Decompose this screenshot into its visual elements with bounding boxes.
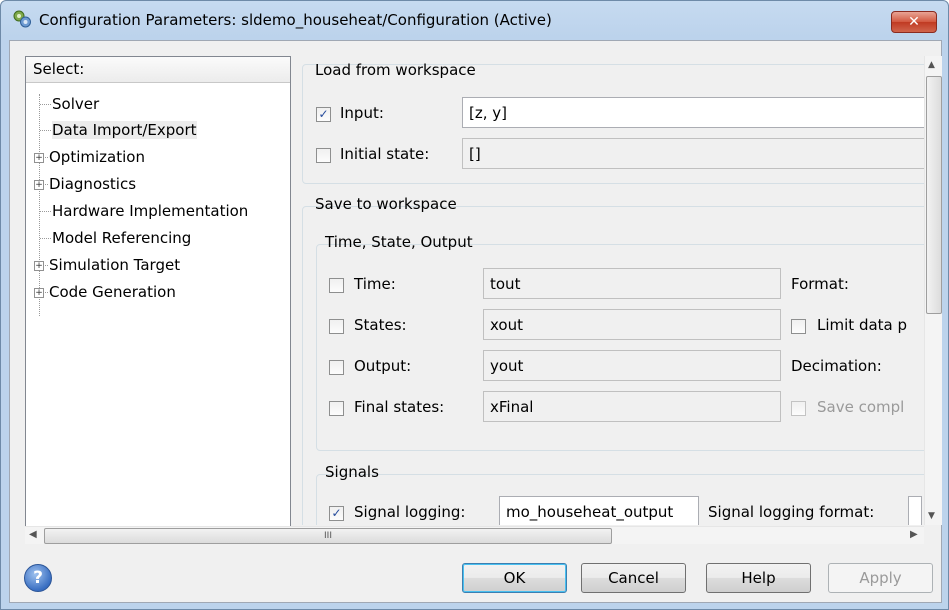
simulink-gears-icon <box>13 10 31 28</box>
output-checkbox[interactable] <box>329 360 344 375</box>
tree-item-label: Model Referencing <box>52 229 192 247</box>
horizontal-scroll-thumb[interactable]: III <box>44 528 612 544</box>
tree-item-label: Data Import/Export <box>52 121 197 139</box>
output-field[interactable]: yout <box>483 350 781 381</box>
settings-pane: Load from workspace ✓ Input: [z, y] Init… <box>302 56 924 525</box>
tree-item-label: Code Generation <box>49 283 176 301</box>
close-button[interactable]: ✕ <box>891 11 937 33</box>
dialog-body: Select: Solver Data Import/Export + Optim… <box>9 40 942 603</box>
signal-logging-format-dropdown[interactable] <box>908 496 922 525</box>
save-complete-label: Save compl <box>817 398 905 416</box>
states-checkbox[interactable] <box>329 319 344 334</box>
expand-plus-icon[interactable]: + <box>34 179 44 190</box>
tree-item-optimization[interactable]: + Optimization <box>34 145 145 169</box>
help-button[interactable]: Help <box>706 563 811 593</box>
tree-item-label: Optimization <box>49 148 145 166</box>
tree-dots <box>45 292 48 293</box>
tree-dots <box>40 130 51 131</box>
tree-item-model-referencing[interactable]: Model Referencing <box>34 226 191 250</box>
signal-logging-field[interactable]: mo_househeat_output <box>499 496 699 525</box>
tree-item-data-import-export[interactable]: Data Import/Export <box>34 118 197 142</box>
tree-item-diagnostics[interactable]: + Diagnostics <box>34 172 136 196</box>
limit-data-label: Limit data p <box>817 316 908 334</box>
initial-state-checkbox[interactable] <box>316 148 331 163</box>
tree-item-solver[interactable]: Solver <box>34 92 99 116</box>
save-group-title: Save to workspace <box>315 195 457 213</box>
limit-data-checkbox[interactable] <box>791 319 806 334</box>
ok-button[interactable]: OK <box>462 563 567 593</box>
signal-logging-format-label: Signal logging format: <box>708 503 875 521</box>
tree-item-label: Solver <box>52 95 100 113</box>
tree-item-label: Diagnostics <box>49 175 137 193</box>
vertical-scrollbar[interactable]: ▲ ▼ <box>924 56 942 525</box>
dialog-window: Configuration Parameters: sldemo_househe… <box>0 0 949 610</box>
input-checkbox[interactable]: ✓ <box>316 107 331 122</box>
time-label: Time: <box>354 275 396 293</box>
vertical-scroll-thumb[interactable] <box>926 76 942 314</box>
signals-group-title: Signals <box>325 463 379 481</box>
initial-state-field[interactable]: [] <box>462 138 924 169</box>
tree-item-simulation-target[interactable]: + Simulation Target <box>34 253 180 277</box>
tree-dots <box>45 157 48 158</box>
final-states-checkbox[interactable] <box>329 401 344 416</box>
input-label: Input: <box>340 104 384 122</box>
apply-button[interactable]: Apply <box>828 563 933 593</box>
tree-item-label: Simulation Target <box>49 256 181 274</box>
scroll-right-arrow-icon[interactable]: ▶ <box>910 529 918 540</box>
tree-dots <box>40 211 51 212</box>
decimation-label: Decimation: <box>791 357 882 375</box>
window-title: Configuration Parameters: sldemo_househe… <box>39 11 552 29</box>
signal-logging-label: Signal logging: <box>354 503 466 521</box>
tree-dots <box>40 238 51 239</box>
tree-item-label: Hardware Implementation <box>52 202 249 220</box>
tso-group-title: Time, State, Output <box>325 233 473 251</box>
title-bar[interactable]: Configuration Parameters: sldemo_househe… <box>1 1 948 39</box>
time-checkbox[interactable] <box>329 278 344 293</box>
tree-item-code-generation[interactable]: + Code Generation <box>34 280 176 304</box>
output-label: Output: <box>354 357 412 375</box>
expand-plus-icon[interactable]: + <box>34 260 44 271</box>
scroll-left-arrow-icon[interactable]: ◀ <box>29 529 37 540</box>
horizontal-scrollbar[interactable]: ◀ III ▶ <box>25 526 924 544</box>
tree-dots <box>45 184 48 185</box>
tree-dots <box>40 104 51 105</box>
states-field[interactable]: xout <box>483 309 781 340</box>
final-states-label: Final states: <box>354 398 445 416</box>
scroll-up-arrow-icon[interactable]: ▲ <box>928 60 935 70</box>
initial-state-label: Initial state: <box>340 145 430 163</box>
format-label: Format: <box>791 275 849 293</box>
load-group-title: Load from workspace <box>315 61 476 79</box>
help-question-icon[interactable]: ? <box>24 564 52 592</box>
scroll-down-arrow-icon[interactable]: ▼ <box>928 511 935 521</box>
input-field[interactable]: [z, y] <box>462 97 924 128</box>
time-field[interactable]: tout <box>483 268 781 299</box>
tree-item-hardware-implementation[interactable]: Hardware Implementation <box>34 199 248 223</box>
tree-dots <box>45 265 48 266</box>
states-label: States: <box>354 316 407 334</box>
tree-header: Select: <box>26 57 290 83</box>
expand-plus-icon[interactable]: + <box>34 287 44 298</box>
save-complete-checkbox[interactable] <box>791 401 806 416</box>
category-tree[interactable]: Select: Solver Data Import/Export + Optim… <box>25 56 291 527</box>
expand-plus-icon[interactable]: + <box>34 152 44 163</box>
final-states-field[interactable]: xFinal <box>483 391 781 422</box>
signal-logging-checkbox[interactable]: ✓ <box>329 506 344 521</box>
cancel-button[interactable]: Cancel <box>581 563 686 593</box>
